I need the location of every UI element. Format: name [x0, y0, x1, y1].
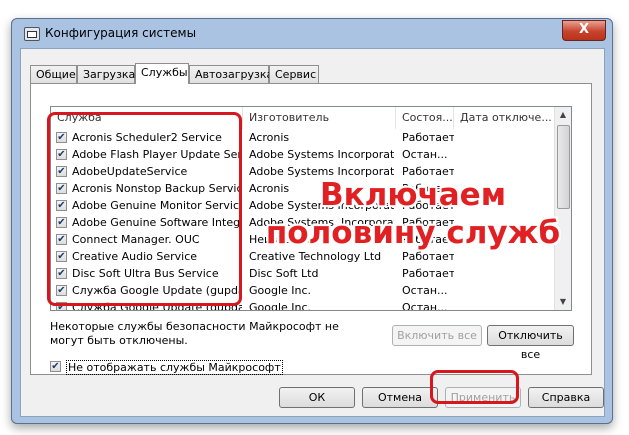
annotation-highlight-services: [47, 112, 242, 306]
msconfig-icon: [24, 27, 40, 41]
annotation-highlight-apply: [430, 370, 519, 404]
window-title: Конфигурация системы: [45, 26, 197, 40]
help-button[interactable]: Справка: [528, 387, 604, 408]
checkbox-icon[interactable]: ✔: [50, 361, 61, 372]
service-status: Работает: [402, 131, 454, 144]
close-button[interactable]: X: [562, 20, 606, 41]
service-date: [460, 146, 556, 163]
annotation-line-1: Включаем: [319, 177, 507, 213]
disable-all-button[interactable]: Отключить все: [487, 325, 574, 361]
service-status: Остан...: [402, 301, 448, 311]
service-vendor: Google Inc.: [249, 284, 312, 297]
scroll-up-icon[interactable]: ▲: [555, 107, 571, 123]
service-vendor: Acronis: [249, 131, 290, 144]
ok-button[interactable]: ОК: [279, 387, 355, 408]
service-vendor: Google Inc.: [249, 301, 312, 311]
tab-general[interactable]: Общие: [30, 65, 77, 83]
service-date: [460, 299, 556, 310]
service-vendor: Adobe Systems Incorporated: [249, 148, 394, 161]
service-vendor: Disc Soft Ltd: [249, 267, 319, 280]
annotation-line-2: половину служб: [265, 215, 561, 251]
service-status: Остан...: [402, 284, 448, 297]
hide-ms-label: Не отображать службы Майкрософт: [66, 360, 283, 375]
title-bar: Конфигурация системы X: [12, 19, 612, 49]
column-disable-date[interactable]: Дата отключе...: [454, 107, 556, 129]
service-status: Остан...: [402, 148, 448, 161]
tab-services[interactable]: Службы: [135, 63, 189, 84]
tab-startup[interactable]: Автозагрузка: [189, 65, 273, 83]
tab-tools[interactable]: Сервис: [269, 65, 319, 83]
service-date: [460, 129, 556, 146]
column-status[interactable]: Состоя...: [396, 107, 454, 129]
service-status: Работает: [402, 267, 454, 280]
tab-boot[interactable]: Загрузка: [77, 65, 135, 83]
scroll-down-icon[interactable]: ▼: [555, 294, 571, 310]
service-date: [460, 282, 556, 299]
cancel-button[interactable]: Отмена: [362, 387, 438, 408]
annotation-caption: Включаем половину служб: [245, 176, 581, 252]
column-vendor[interactable]: Изготовитель: [243, 107, 396, 129]
ms-security-note: Некоторые службы безопасности Майкрософт…: [50, 320, 339, 347]
service-date: [460, 265, 556, 282]
enable-all-button[interactable]: Включить все: [392, 325, 482, 346]
